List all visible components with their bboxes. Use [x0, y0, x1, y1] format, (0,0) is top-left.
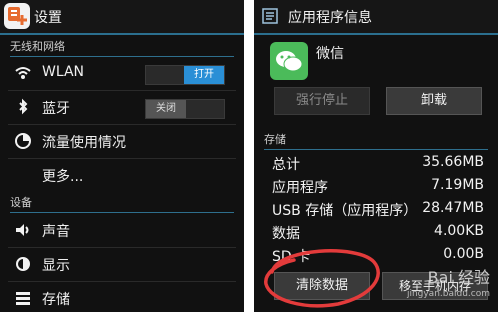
more-label: 更多...	[42, 169, 84, 185]
storage-value: 28.47MB	[422, 200, 484, 216]
settings-app-icon	[4, 3, 30, 29]
storage-section-header: 存储	[264, 131, 488, 150]
bluetooth-toggle[interactable]: 关闭	[145, 99, 225, 119]
data-usage-label: 流量使用情况	[42, 135, 126, 151]
storage-icon	[14, 289, 32, 307]
data-usage-icon	[14, 132, 32, 150]
setting-item-storage[interactable]: 存储	[0, 282, 244, 312]
bluetooth-label: 蓝牙	[42, 101, 70, 117]
display-label: 显示	[42, 258, 70, 274]
storage-value: 0.00B	[443, 246, 484, 262]
bluetooth-icon	[14, 98, 32, 116]
settings-panel: 设置 无线和网络 WLAN 打开 蓝牙 关闭 流量使用情况 更多... 设备 声…	[0, 0, 244, 312]
section-wireless: 无线和网络	[10, 38, 234, 57]
setting-item-data-usage[interactable]: 流量使用情况	[0, 125, 244, 157]
uninstall-button[interactable]: 卸载	[386, 87, 482, 115]
storage-row-usb: USB 存储（应用程序） 28.47MB	[272, 200, 484, 222]
storage-value: 35.66MB	[422, 154, 484, 170]
force-stop-button[interactable]: 强行停止	[274, 87, 370, 115]
bluetooth-toggle-state: 关闭	[146, 100, 186, 118]
storage-key: 总计	[272, 157, 300, 173]
storage-row-total: 总计 35.66MB	[272, 154, 484, 176]
app-info-title: 应用程序信息	[288, 10, 372, 26]
storage-value: 4.00KB	[434, 223, 484, 239]
app-info-titlebar: 应用程序信息	[254, 0, 498, 35]
wlan-toggle[interactable]: 打开	[145, 65, 225, 85]
watermark-brand: Bai 经验	[427, 268, 490, 287]
settings-title: 设置	[34, 10, 62, 26]
storage-key: 应用程序	[272, 180, 328, 196]
baidu-watermark: Bai 经验 jingyan.baidu.com	[394, 268, 490, 308]
setting-item-more[interactable]: 更多...	[0, 159, 244, 191]
setting-item-display[interactable]: 显示	[0, 248, 244, 280]
setting-item-sound[interactable]: 声音	[0, 214, 244, 246]
watermark-url: jingyan.baidu.com	[406, 289, 490, 299]
wlan-toggle-state: 打开	[184, 66, 224, 84]
wlan-label: WLAN	[42, 64, 85, 80]
storage-row-app: 应用程序 7.19MB	[272, 177, 484, 199]
app-info-panel: 应用程序信息 微信 强行停止 卸载 存储 总计 35.66MB 应用程序 7.1…	[254, 0, 498, 312]
storage-value: 7.19MB	[431, 177, 484, 193]
section-device: 设备	[10, 194, 234, 213]
settings-titlebar: 设置	[0, 0, 244, 35]
setting-item-bluetooth[interactable]: 蓝牙 关闭	[0, 91, 244, 123]
speaker-icon	[14, 221, 32, 239]
storage-key: USB 存储（应用程序）	[272, 203, 418, 219]
settings-icon	[262, 8, 278, 24]
setting-item-wlan[interactable]: WLAN 打开	[0, 57, 244, 89]
display-icon	[14, 255, 32, 273]
wifi-icon	[14, 64, 32, 82]
app-name: 微信	[316, 46, 344, 62]
sound-label: 声音	[42, 224, 70, 240]
red-annotation-circle	[264, 249, 380, 308]
wechat-app-icon	[270, 42, 308, 80]
storage-label: 存储	[42, 292, 70, 308]
